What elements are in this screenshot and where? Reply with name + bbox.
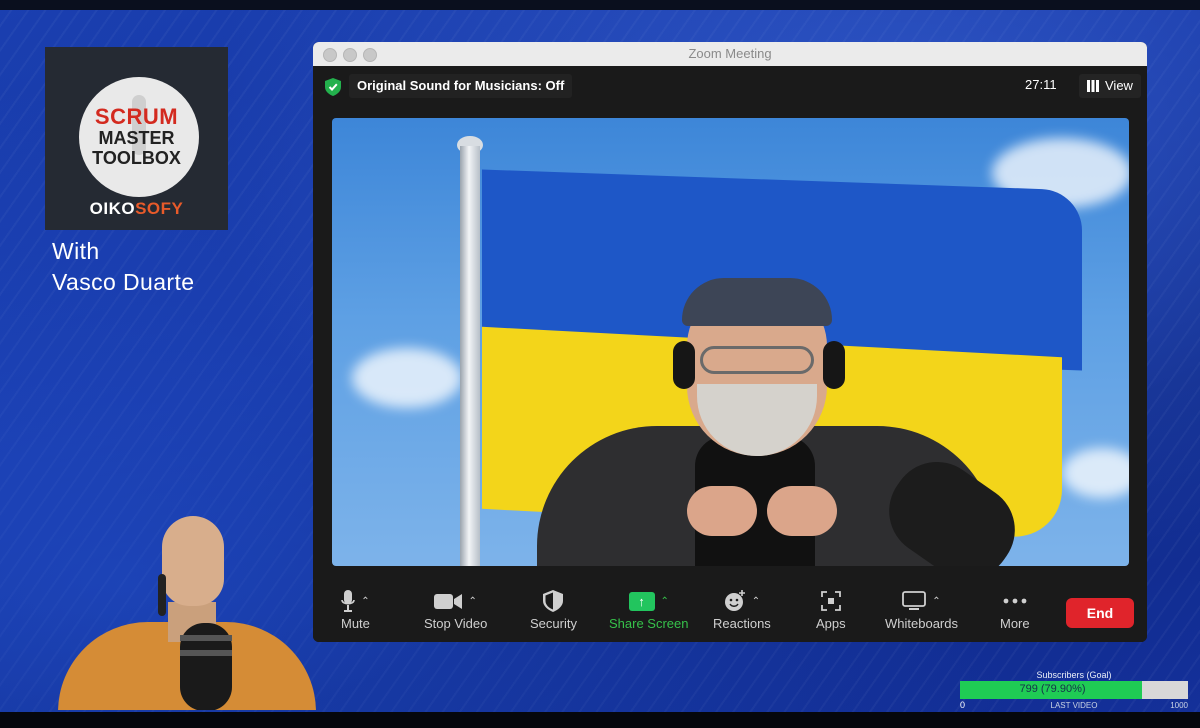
cloud bbox=[1062, 448, 1129, 498]
encryption-shield-icon[interactable] bbox=[325, 78, 341, 96]
view-button[interactable]: View bbox=[1079, 74, 1141, 98]
guest-head bbox=[162, 516, 224, 606]
subscriber-progress-bar: 799 (79.90%) bbox=[960, 681, 1188, 699]
more-button[interactable]: More bbox=[1000, 588, 1030, 638]
apps-label: Apps bbox=[816, 616, 846, 631]
window-title: Zoom Meeting bbox=[688, 46, 772, 61]
video-camera-icon bbox=[434, 593, 463, 609]
more-label: More bbox=[1000, 616, 1030, 631]
mute-label: Mute bbox=[341, 616, 370, 631]
whiteboards-label: Whiteboards bbox=[885, 616, 958, 631]
stop-video-button[interactable]: ⌃ Stop Video bbox=[424, 588, 487, 638]
brand-name-part1: OIKO bbox=[89, 199, 136, 218]
speaker-cap bbox=[682, 278, 832, 326]
smiley-plus-icon bbox=[724, 590, 745, 611]
reactions-label: Reactions bbox=[713, 616, 771, 631]
flagpole bbox=[460, 146, 480, 566]
bottom-border bbox=[0, 712, 1200, 728]
speaker-hand bbox=[767, 486, 837, 536]
guest-headphone bbox=[158, 574, 166, 616]
security-shield-icon bbox=[543, 590, 564, 612]
host-name: Vasco Duarte bbox=[52, 269, 195, 295]
subscriber-count: 799 (79.90%) bbox=[1019, 683, 1086, 695]
end-meeting-button[interactable]: End bbox=[1066, 598, 1134, 628]
zoom-meeting-window: Zoom Meeting Original Sound for Musician… bbox=[313, 42, 1147, 642]
apps-icon bbox=[820, 591, 841, 611]
brand-name-part2: SOFY bbox=[135, 199, 184, 218]
top-border bbox=[0, 0, 1200, 10]
window-titlebar: Zoom Meeting bbox=[313, 42, 1147, 67]
logo-line-1: SCRUM bbox=[94, 104, 179, 129]
microphone-icon bbox=[341, 590, 356, 612]
view-label: View bbox=[1105, 78, 1133, 93]
chevron-up-icon[interactable]: ⌃ bbox=[661, 596, 669, 607]
microphone-band bbox=[180, 635, 232, 641]
share-screen-icon: ↑ bbox=[628, 591, 655, 611]
host-credit: With Vasco Duarte bbox=[52, 236, 194, 298]
chevron-up-icon[interactable]: ⌃ bbox=[361, 596, 369, 607]
share-screen-button[interactable]: ↑ ⌃ Share Screen bbox=[609, 588, 689, 638]
headphone-left bbox=[673, 341, 695, 389]
headphone-right bbox=[823, 341, 845, 389]
cloud bbox=[352, 348, 462, 408]
security-label: Security bbox=[530, 616, 577, 631]
speaker-hand bbox=[687, 486, 757, 536]
chevron-up-icon[interactable]: ⌃ bbox=[932, 596, 940, 607]
host-prefix: With bbox=[52, 238, 100, 264]
meeting-controls-toolbar: ⌃ Mute ⌃ Stop Video Security ↑ ⌃ Share S… bbox=[313, 582, 1147, 642]
subscriber-goal-widget: Subscribers (Goal) 799 (79.90%) 0 LAST V… bbox=[956, 670, 1192, 712]
microphone-band bbox=[180, 650, 232, 656]
apps-button[interactable]: Apps bbox=[816, 588, 846, 638]
original-sound-toggle[interactable]: Original Sound for Musicians: Off bbox=[349, 74, 573, 98]
podcast-logo: SCRUM MASTER TOOLBOX OIKOSOFY bbox=[45, 47, 228, 230]
share-screen-label: Share Screen bbox=[609, 616, 689, 631]
speaker-video[interactable] bbox=[332, 118, 1129, 566]
more-dots-icon bbox=[1003, 598, 1027, 604]
mute-button[interactable]: ⌃ Mute bbox=[341, 588, 370, 638]
stop-video-label: Stop Video bbox=[424, 616, 488, 631]
logo-line-3: TOOLBOX bbox=[92, 148, 181, 168]
subscriber-goal-title: Subscribers (Goal) bbox=[1036, 670, 1112, 680]
goal-max-value: 1000 bbox=[1170, 701, 1188, 710]
grid-view-icon bbox=[1087, 80, 1099, 92]
chevron-up-icon[interactable]: ⌃ bbox=[468, 596, 476, 607]
chevron-up-icon[interactable]: ⌃ bbox=[752, 596, 760, 607]
guest-webcam bbox=[58, 510, 316, 710]
brand-name: OIKOSOFY bbox=[45, 199, 228, 219]
reactions-button[interactable]: ⌃ Reactions bbox=[713, 588, 771, 638]
speaker-glasses bbox=[700, 346, 814, 374]
security-button[interactable]: Security bbox=[530, 588, 577, 638]
meeting-info-bar: Original Sound for Musicians: Off 27:11 … bbox=[313, 66, 1147, 108]
goal-caption: LAST VIDEO bbox=[1050, 701, 1098, 710]
meeting-timer: 27:11 bbox=[1025, 77, 1057, 92]
logo-line-2: MASTER bbox=[98, 128, 175, 148]
whiteboards-button[interactable]: ⌃ Whiteboards bbox=[885, 588, 958, 638]
whiteboard-icon bbox=[902, 591, 927, 610]
